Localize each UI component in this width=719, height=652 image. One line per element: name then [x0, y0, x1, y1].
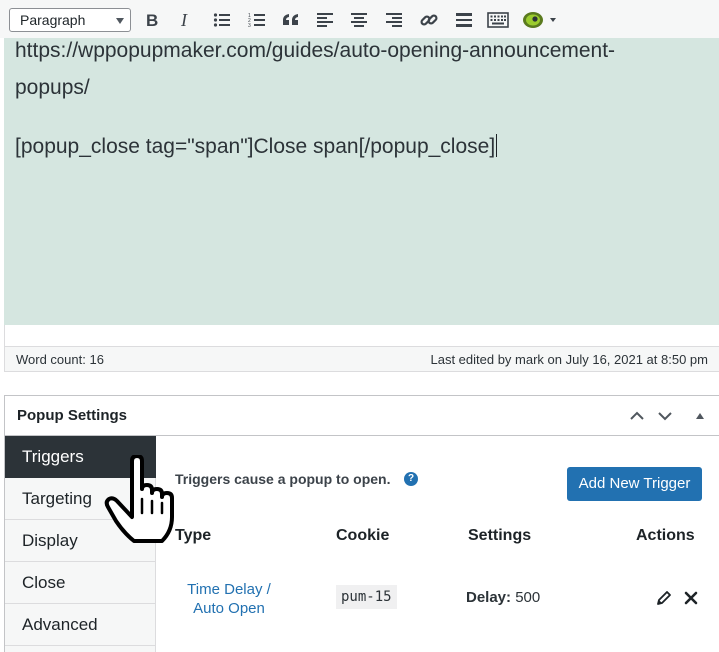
editor-text: [popup_close tag="span"]Close span[/popu… — [15, 135, 496, 158]
move-up-icon[interactable] — [628, 407, 646, 425]
tab-close[interactable]: Close — [5, 562, 156, 604]
editor-toolbar: Paragraph B I 123 — [0, 0, 719, 38]
text-caret — [496, 134, 498, 157]
tab-advanced[interactable]: Advanced — [5, 604, 156, 646]
trigger-settings: Delay: 500 — [466, 589, 540, 606]
bulleted-list-icon[interactable] — [210, 8, 234, 32]
align-left-icon[interactable] — [313, 8, 337, 32]
editor-status-bar: Word count: 16 Last edited by mark on Ju… — [4, 346, 719, 372]
help-icon[interactable]: ? — [404, 472, 418, 486]
editor-text-line: https://wppopupmaker.com/guides/auto-ope… — [15, 39, 616, 62]
svg-text:I: I — [180, 11, 188, 29]
setting-label: Delay: — [466, 589, 512, 606]
last-edited: Last edited by mark on July 16, 2021 at … — [430, 352, 708, 367]
align-center-icon[interactable] — [347, 8, 371, 32]
horizontal-line-icon[interactable] — [452, 8, 476, 32]
delete-x-icon[interactable] — [682, 589, 700, 607]
popup-maker-icon[interactable] — [521, 8, 559, 32]
trigger-type-line: Auto Open — [193, 600, 265, 617]
svg-text:B: B — [146, 11, 158, 29]
format-select[interactable]: Paragraph — [9, 8, 131, 32]
metabox-title: Popup Settings — [17, 407, 127, 424]
svg-text:3: 3 — [248, 23, 251, 28]
add-new-trigger-button[interactable]: Add New Trigger — [567, 467, 702, 501]
align-right-icon[interactable] — [382, 8, 406, 32]
trigger-cookie: pum-15 — [336, 585, 397, 609]
bold-icon[interactable]: B — [140, 8, 164, 32]
column-header-settings: Settings — [468, 527, 532, 544]
editor-bottom-padding — [4, 325, 719, 346]
collapse-toggle-icon[interactable] — [691, 407, 709, 425]
toolbar-toggle-icon[interactable] — [486, 8, 510, 32]
triggers-description: Triggers cause a popup to open. — [175, 471, 391, 487]
move-down-icon[interactable] — [656, 407, 674, 425]
trigger-type-link[interactable]: Time Delay / Auto Open — [177, 580, 281, 618]
numbered-list-icon[interactable]: 123 — [245, 8, 269, 32]
editor-content-area[interactable]: https://wppopupmaker.com/guides/auto-ope… — [4, 38, 719, 325]
word-count: Word count: 16 — [16, 352, 104, 367]
blockquote-icon[interactable] — [279, 8, 303, 32]
format-select-value: Paragraph — [20, 12, 86, 28]
editor-text-line: popups/ — [15, 76, 90, 99]
pointer-hand-cursor-icon — [104, 454, 182, 547]
insert-link-icon[interactable] — [417, 8, 441, 32]
editor-text-line-with-caret: [popup_close tag="span"]Close span[/popu… — [15, 134, 498, 159]
italic-icon[interactable]: I — [174, 8, 198, 32]
edit-pencil-icon[interactable] — [655, 589, 673, 607]
column-header-cookie: Cookie — [336, 527, 390, 544]
chevron-down-icon — [116, 18, 124, 24]
metabox-header: Popup Settings — [5, 396, 719, 436]
column-header-actions: Actions — [636, 527, 695, 544]
trigger-type-line: Time Delay / — [187, 581, 271, 598]
setting-value: 500 — [515, 589, 541, 606]
